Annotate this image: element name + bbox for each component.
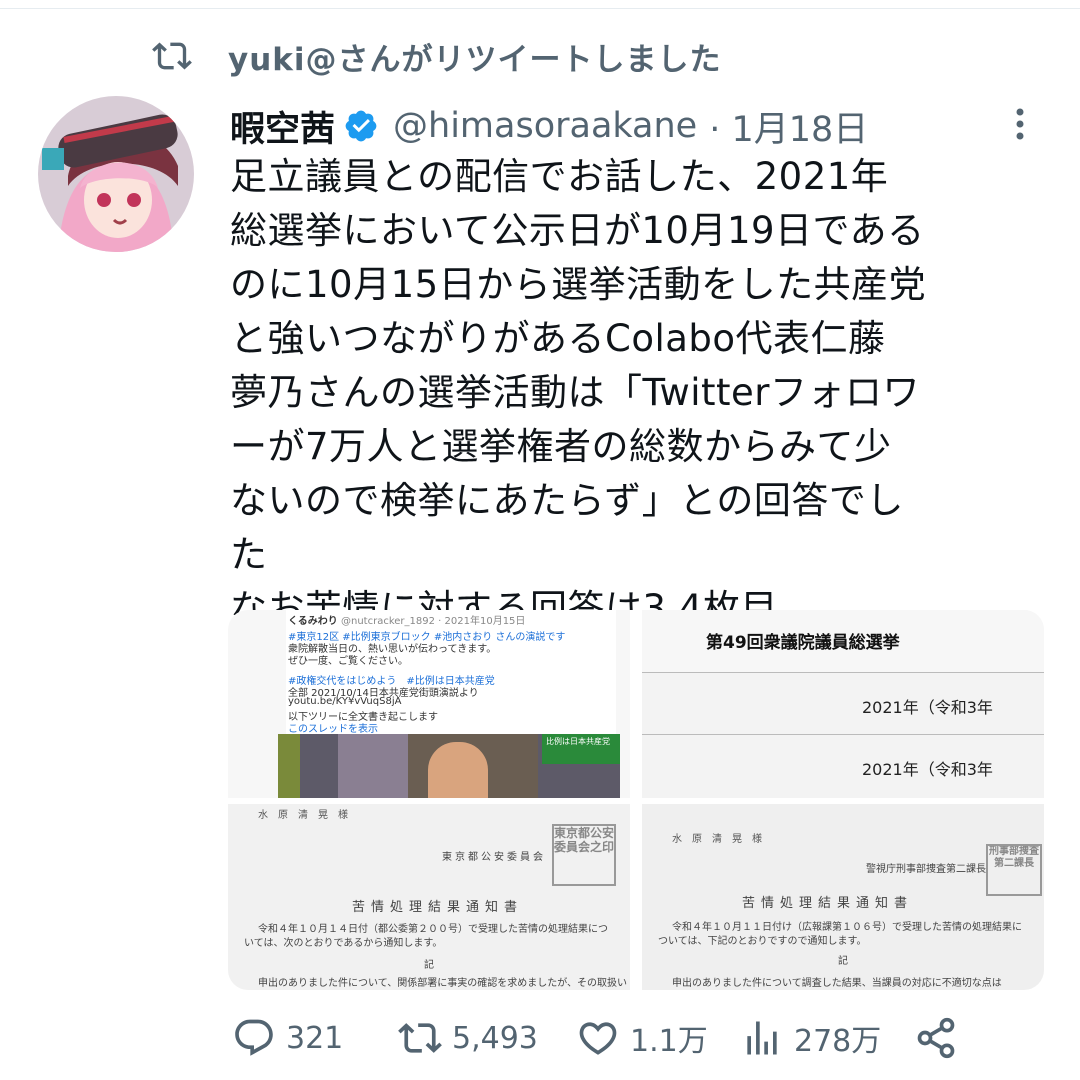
doc1-addressee: 水 原 清 晃 様 <box>258 810 348 821</box>
doc1-body-1: 令和４年１０月１４日付（都公委第２００号）で受理した苦情の処理結果につ <box>258 924 608 935</box>
doc2-seal: 刑事部捜査第二課長 <box>986 844 1042 896</box>
reply-button[interactable]: 321 <box>232 1010 343 1066</box>
quoted-video-frame: 比例は日本共産党 <box>278 734 620 798</box>
retweet-context[interactable]: yuki@さんがリツイートしました <box>150 34 722 78</box>
quoted-user: くるみわり <box>288 616 338 627</box>
like-icon <box>579 1022 617 1055</box>
quoted-line-6: youtu.be/KY¥vVuqS8jA <box>288 696 402 707</box>
reply-icon <box>235 1019 273 1056</box>
like-button[interactable]: 1.1万 <box>576 1010 708 1066</box>
doc2-body-1: 令和４年１０月１１日付け（広報課第１０６号）で受理した苦情の処理結果に <box>672 922 1022 933</box>
retweet-icon <box>398 1023 442 1053</box>
media-image-2[interactable]: 第49回衆議院議員総選挙 2021年（令和3年 2021年（令和3年 <box>642 610 1044 798</box>
quoted-meta: @nutcracker_1892 · 2021年10月15日 <box>341 616 526 627</box>
retweet-button[interactable]: 5,493 <box>398 1010 538 1066</box>
like-count: 1.1万 <box>630 1024 708 1059</box>
doc2-org: 警視庁刑事部捜査第二課長 <box>866 864 986 875</box>
doc1-body-3: 申出のありました件について、関係部署に事実の確認を求めましたが、その取扱い <box>258 978 627 989</box>
tweet-date[interactable]: · 1月18日 <box>709 101 868 152</box>
doc2-body-3: 申出のありました件について調査した結果、当課員の対応に不適切な点は <box>672 978 1002 989</box>
media-image-3[interactable]: 水 原 清 晃 様 東京都公安委員会 東京都公安委員会之印 苦情処理結果通知書 … <box>228 804 630 990</box>
doc1-seal: 東京都公安委員会之印 <box>552 824 616 886</box>
election-title: 第49回衆議院議員総選挙 <box>706 633 900 653</box>
doc2-addressee: 水 原 清 晃 様 <box>672 834 762 845</box>
avatar[interactable] <box>38 96 194 252</box>
tweet-actions: 321 5,493 1.1万 278万 <box>232 1010 972 1066</box>
tweet-text: 足立議員との配信でお話した、2021年 総選挙において公示日が10月19日である… <box>230 155 927 630</box>
share-icon <box>917 1017 955 1059</box>
more-options-icon[interactable] <box>1008 104 1032 144</box>
doc1-title: 苦情処理結果通知書 <box>352 900 524 915</box>
share-button[interactable] <box>914 1010 958 1066</box>
doc1-body-2: いては、次のとおりであるから通知します。 <box>244 938 443 949</box>
top-divider <box>0 8 1080 9</box>
author-name[interactable]: 暇空茜 <box>230 101 335 152</box>
media-image-1[interactable]: くるみわり @nutcracker_1892 · 2021年10月15日 #東京… <box>228 610 630 798</box>
doc2-ki: 記 <box>838 956 848 967</box>
retweet-label: yuki@さんがリツイートしました <box>228 41 722 78</box>
views-button[interactable]: 278万 <box>740 1010 881 1066</box>
views-icon <box>747 1021 777 1055</box>
quoted-sign: 比例は日本共産党 <box>546 737 610 746</box>
doc1-ki: 記 <box>424 960 434 971</box>
quoted-show-thread: このスレッドを表示 <box>288 724 378 735</box>
view-count: 278万 <box>794 1024 882 1059</box>
verified-badge-icon <box>345 110 377 142</box>
election-row-1: 2021年（令和3年 <box>862 698 993 717</box>
doc1-org: 東京都公安委員会 <box>442 852 546 863</box>
author-handle[interactable]: @himasoraakane <box>393 106 697 146</box>
reply-count: 321 <box>286 1020 344 1056</box>
media-image-4[interactable]: 水 原 清 晃 様 警視庁刑事部捜査第二課長 刑事部捜査第二課長 苦情処理結果通… <box>642 804 1044 990</box>
tweet-header: 暇空茜 @himasoraakane · 1月18日 <box>230 100 868 152</box>
retweet-count: 5,493 <box>452 1020 538 1056</box>
retweet-icon <box>152 42 192 70</box>
quoted-line-3: ぜひ一度、ご覧ください。 <box>288 656 408 667</box>
media-grid: くるみわり @nutcracker_1892 · 2021年10月15日 #東京… <box>228 610 1044 990</box>
election-row-2: 2021年（令和3年 <box>862 760 993 779</box>
doc2-title: 苦情処理結果通知書 <box>742 896 914 911</box>
doc2-body-2: ついては、下記のとおりですので通知します。 <box>658 936 867 947</box>
